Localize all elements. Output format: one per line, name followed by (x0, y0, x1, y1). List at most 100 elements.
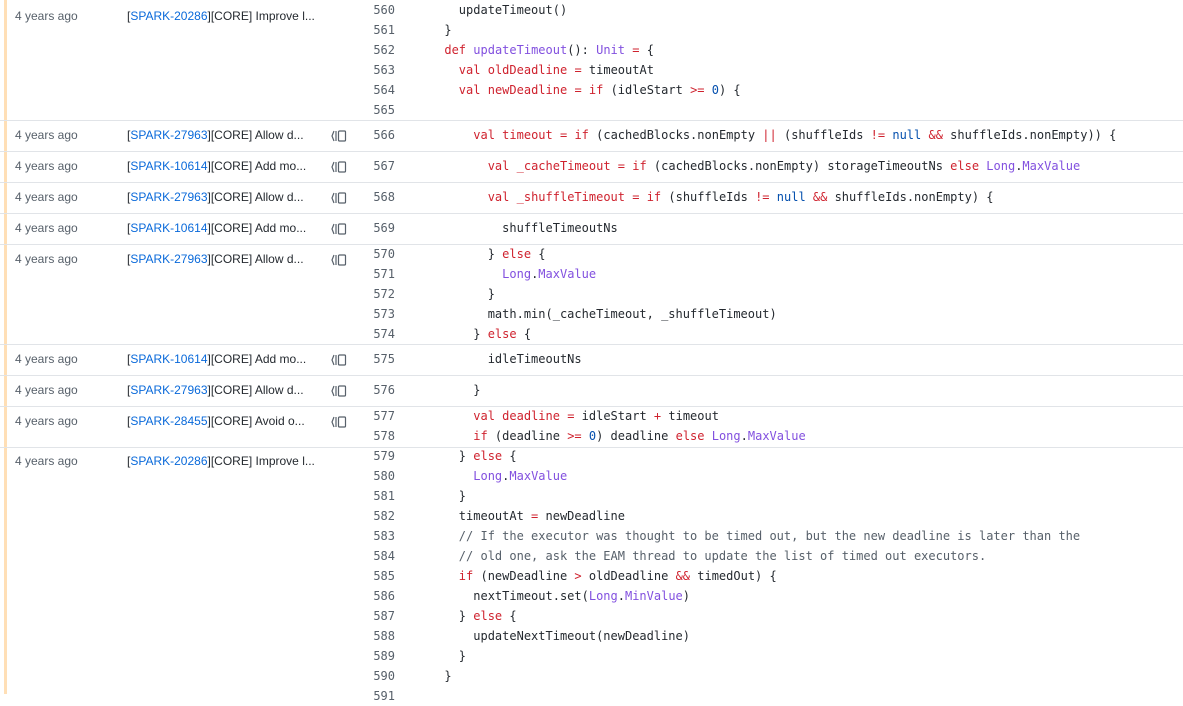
code-text: shuffleTimeoutNs (401, 221, 618, 235)
reblame-prior-icon[interactable] (331, 129, 347, 142)
line-number[interactable]: 585 (360, 566, 395, 586)
line-number[interactable]: 583 (360, 526, 395, 546)
code-line: 587 } else { (360, 606, 1180, 626)
commit-age: 4 years ago (15, 252, 78, 266)
line-number[interactable]: 561 (360, 20, 395, 40)
code-text: val deadline = idleStart + timeout (473, 409, 719, 423)
line-number[interactable]: 577 (360, 406, 395, 426)
commit-summary[interactable]: ][CORE] Improve l... (208, 9, 315, 23)
commit-ticket-link[interactable]: SPARK-20286 (130, 9, 207, 23)
blame-hunk: 4 years ago [SPARK-27963][CORE] Allow d..… (0, 376, 1183, 407)
reblame-prior-icon[interactable] (331, 222, 347, 235)
code-text: } (401, 287, 495, 301)
code-line: 567 val _cacheTimeout = if (cachedBlocks… (360, 156, 1180, 176)
line-number[interactable]: 582 (360, 506, 395, 526)
code-line: 580 Long.MaxValue (360, 466, 1180, 486)
line-number[interactable]: 565 (360, 100, 395, 120)
line-number[interactable]: 572 (360, 284, 395, 304)
code-text: nextTimeout.set(Long.MinValue) (401, 589, 691, 603)
line-number[interactable]: 564 (360, 80, 395, 100)
commit-message: [SPARK-20286][CORE] Improve l... (127, 9, 315, 23)
line-number[interactable]: 569 (360, 218, 395, 238)
code-line: 578 if (deadline >= 0) deadline else Lon… (360, 426, 1180, 446)
reblame-prior-icon[interactable] (331, 384, 347, 397)
line-number[interactable]: 586 (360, 586, 395, 606)
line-number[interactable]: 589 (360, 646, 395, 666)
commit-summary[interactable]: ][CORE] Allow d... (208, 383, 304, 397)
commit-age: 4 years ago (15, 454, 78, 468)
commit-age: 4 years ago (15, 221, 78, 235)
blame-hunk: 4 years ago [SPARK-28455][CORE] Avoid o..… (0, 407, 1183, 448)
code-line: 586 nextTimeout.set(Long.MinValue) (360, 586, 1180, 606)
code-line: 576 } (360, 380, 1180, 400)
commit-summary[interactable]: ][CORE] Allow d... (208, 190, 304, 204)
line-number[interactable]: 571 (360, 264, 395, 284)
code-text: if (newDeadline > oldDeadline && timedOu… (458, 569, 777, 583)
line-number[interactable]: 568 (360, 187, 395, 207)
code-line: 562 def updateTimeout(): Unit = { (360, 40, 1180, 60)
line-number[interactable]: 587 (360, 606, 395, 626)
line-number[interactable]: 567 (360, 156, 395, 176)
line-number[interactable]: 584 (360, 546, 395, 566)
code-line: 566 val timeout = if (cachedBlocks.nonEm… (360, 125, 1180, 145)
commit-message: [SPARK-10614][CORE] Add mo... (127, 352, 307, 366)
commit-ticket-link[interactable]: SPARK-27963 (130, 190, 207, 204)
code-line: 574 } else { (360, 324, 1180, 344)
reblame-prior-icon[interactable] (331, 415, 347, 428)
line-number[interactable]: 578 (360, 426, 395, 446)
commit-age: 4 years ago (15, 352, 78, 366)
code-line: 560 updateTimeout() (360, 0, 1180, 20)
code-line: 575 idleTimeoutNs (360, 349, 1180, 369)
commit-ticket-link[interactable]: SPARK-10614 (130, 159, 207, 173)
commit-age: 4 years ago (15, 128, 78, 142)
line-number[interactable]: 562 (360, 40, 395, 60)
commit-ticket-link[interactable]: SPARK-27963 (130, 128, 207, 142)
line-number[interactable]: 581 (360, 486, 395, 506)
commit-summary[interactable]: ][CORE] Add mo... (208, 221, 307, 235)
code-text: } (401, 489, 467, 503)
blame-hunk: 4 years ago [SPARK-10614][CORE] Add mo...… (0, 152, 1183, 183)
commit-ticket-link[interactable]: SPARK-28455 (130, 414, 207, 428)
age-indicator-bar (4, 245, 7, 344)
line-number[interactable]: 576 (360, 380, 395, 400)
commit-summary[interactable]: ][CORE] Add mo... (208, 159, 307, 173)
reblame-prior-icon[interactable] (331, 160, 347, 173)
commit-ticket-link[interactable]: SPARK-10614 (130, 221, 207, 235)
code-line: 568 val _shuffleTimeout = if (shuffleIds… (360, 187, 1180, 207)
age-indicator-bar (4, 448, 7, 694)
commit-summary[interactable]: ][CORE] Add mo... (208, 352, 307, 366)
line-number[interactable]: 566 (360, 125, 395, 145)
line-number[interactable]: 579 (360, 446, 395, 466)
commit-ticket-link[interactable]: SPARK-20286 (130, 454, 207, 468)
line-number[interactable]: 580 (360, 466, 395, 486)
line-number[interactable]: 575 (360, 349, 395, 369)
commit-summary[interactable]: ][CORE] Allow d... (208, 252, 304, 266)
code-text: val timeout = if (cachedBlocks.nonEmpty … (473, 128, 1117, 142)
line-number[interactable]: 573 (360, 304, 395, 324)
commit-summary[interactable]: ][CORE] Improve l... (208, 454, 315, 468)
line-number[interactable]: 574 (360, 324, 395, 344)
commit-ticket-link[interactable]: SPARK-27963 (130, 383, 207, 397)
code-text: Long.MaxValue (502, 267, 597, 281)
commit-summary[interactable]: ][CORE] Allow d... (208, 128, 304, 142)
reblame-prior-icon[interactable] (331, 253, 347, 266)
line-number[interactable]: 560 (360, 0, 395, 20)
commit-ticket-link[interactable]: SPARK-10614 (130, 352, 207, 366)
commit-summary[interactable]: ][CORE] Avoid o... (208, 414, 305, 428)
code-line: 569 shuffleTimeoutNs (360, 218, 1180, 238)
line-number[interactable]: 590 (360, 666, 395, 686)
blame-hunk: 4 years ago [SPARK-27963][CORE] Allow d..… (0, 121, 1183, 152)
line-number[interactable]: 563 (360, 60, 395, 80)
code-text: } else { (401, 449, 517, 463)
reblame-prior-icon[interactable] (331, 191, 347, 204)
line-number[interactable]: 570 (360, 244, 395, 264)
code-text: val _shuffleTimeout = if (shuffleIds != … (487, 190, 994, 204)
code-text: Long.MaxValue (473, 469, 568, 483)
commit-message: [SPARK-10614][CORE] Add mo... (127, 159, 307, 173)
code-line: 561 } (360, 20, 1180, 40)
reblame-prior-icon[interactable] (331, 353, 347, 366)
line-number[interactable]: 591 (360, 686, 395, 706)
code-line: 584 // old one, ask the EAM thread to up… (360, 546, 1180, 566)
commit-ticket-link[interactable]: SPARK-27963 (130, 252, 207, 266)
line-number[interactable]: 588 (360, 626, 395, 646)
